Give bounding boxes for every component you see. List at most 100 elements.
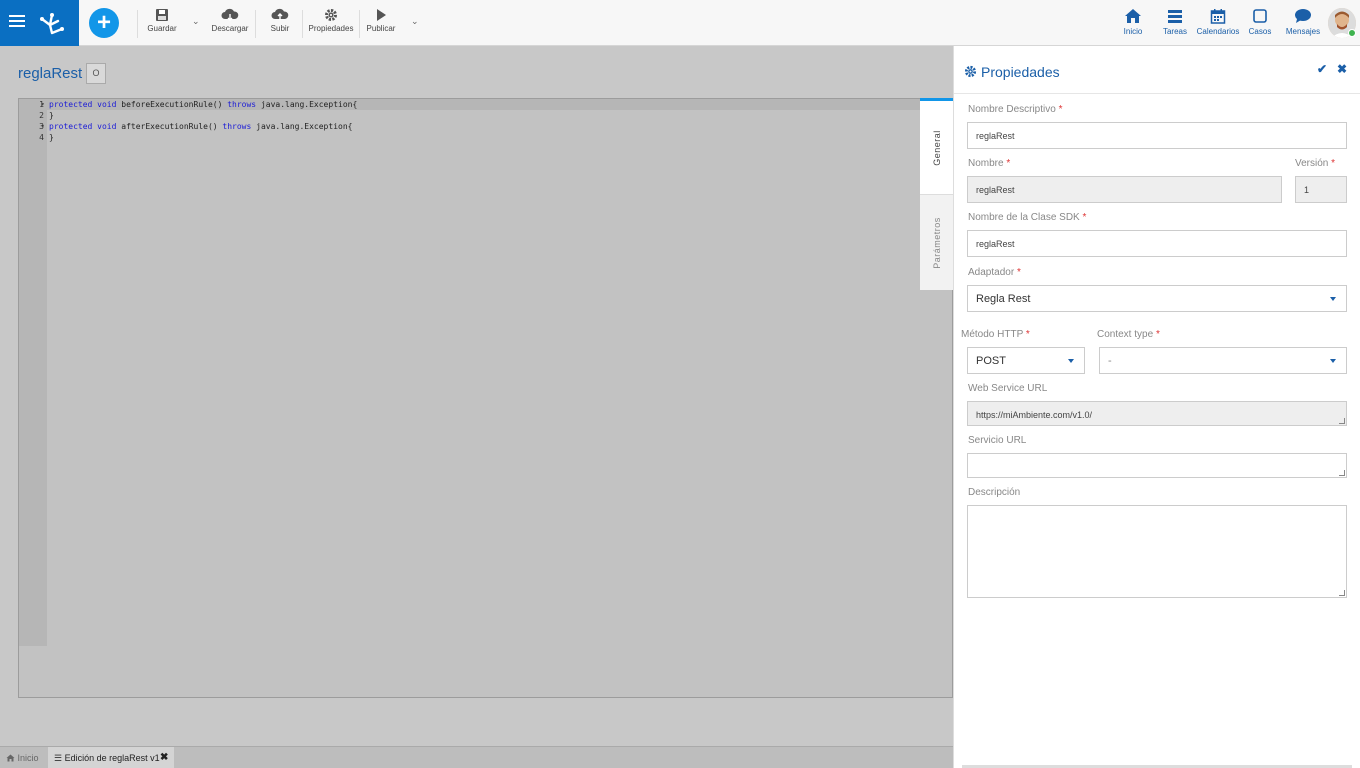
nombre-descriptivo-input[interactable]: reglaRest: [967, 122, 1347, 149]
descripcion-textarea[interactable]: [967, 505, 1347, 598]
brand-area: [0, 0, 79, 46]
resize-handle[interactable]: [1339, 418, 1345, 424]
line-number: 4: [39, 133, 44, 142]
calendar-icon: [1210, 9, 1226, 24]
code-token: afterExecutionRule(): [116, 122, 223, 131]
code-text: protected void beforeExecutionRule() thr…: [49, 99, 357, 110]
code-line[interactable]: 2}: [19, 110, 921, 121]
toolbar-divider: [137, 10, 138, 38]
tab-general-label: General: [931, 129, 942, 166]
clase-sdk-input[interactable]: reglaRest: [967, 230, 1347, 257]
resize-handle[interactable]: [1339, 470, 1345, 476]
confirm-check-icon[interactable]: ✔: [1317, 62, 1327, 76]
code-token: }: [49, 111, 54, 120]
adaptador-select[interactable]: Regla Rest: [967, 285, 1347, 312]
nombre-input: reglaRest: [967, 176, 1282, 203]
tab-parametros[interactable]: Parámetros: [920, 194, 953, 290]
nav-cases[interactable]: Casos: [1247, 8, 1273, 40]
code-token: beforeExecutionRule(): [116, 100, 228, 109]
code-line[interactable]: 4}: [19, 132, 921, 143]
line-number: 2: [39, 111, 44, 120]
ws-url-textarea: https://miAmbiente.com/v1.0/: [967, 401, 1347, 426]
hamburger-menu-icon[interactable]: [9, 12, 25, 32]
download-label: Descargar: [211, 24, 249, 33]
code-text: }: [49, 110, 54, 121]
metodo-http-select[interactable]: POST: [967, 347, 1085, 374]
version-label: Versión *: [1295, 158, 1336, 169]
toolbar-divider: [255, 10, 256, 38]
servicio-url-textarea[interactable]: [967, 453, 1347, 478]
cases-icon: [1253, 9, 1267, 23]
home-icon: [6, 754, 15, 762]
publish-options-chevron-down-icon[interactable]: ⌄: [411, 16, 419, 27]
servicio-url-label: Servicio URL: [968, 435, 1027, 446]
descripcion-label: Descripción: [968, 487, 1021, 498]
line-number-gutter: [19, 99, 47, 646]
object-type-badge[interactable]: O: [86, 63, 106, 84]
caret-down-icon: [1330, 359, 1336, 363]
code-token: java.lang.Exception{: [256, 100, 358, 109]
bottom-home-link[interactable]: Inicio: [6, 753, 39, 763]
nombre-label: Nombre *: [968, 158, 1011, 169]
nav-messages-label: Mensajes: [1285, 27, 1321, 36]
properties-button[interactable]: Propiedades: [307, 8, 355, 40]
code-line[interactable]: 1 ▾ protected void beforeExecutionRule() t…: [19, 99, 921, 110]
nav-tasks-label: Tareas: [1162, 27, 1187, 36]
cloud-upload-icon: [271, 8, 289, 20]
bottom-tab-bar: Inicio ☰ Edición de reglaRest v1 ✖: [0, 746, 953, 768]
nav-home-label: Inicio: [1123, 27, 1143, 36]
gear-icon: [325, 9, 337, 21]
nav-messages[interactable]: Mensajes: [1285, 8, 1321, 40]
ws-url-value: https://miAmbiente.com/v1.0/: [976, 410, 1093, 420]
context-type-label: Context type *: [1097, 329, 1160, 340]
code-token: }: [49, 133, 54, 142]
nav-cases-label: Casos: [1248, 27, 1272, 36]
upload-label: Subir: [270, 24, 290, 33]
clase-sdk-label: Nombre de la Clase SDK *: [968, 212, 1087, 223]
home-icon: [1125, 9, 1141, 23]
close-icon[interactable]: ✖: [1337, 62, 1347, 76]
fold-toggle-icon[interactable]: ▾: [41, 99, 45, 110]
publish-label: Publicar: [366, 24, 396, 33]
chat-bubble-icon: [1295, 9, 1311, 23]
context-type-select[interactable]: -: [1099, 347, 1347, 374]
cloud-download-icon: [221, 8, 239, 21]
resize-handle[interactable]: [1339, 590, 1345, 596]
fold-toggle-icon[interactable]: ▾: [41, 121, 45, 132]
code-text: protected void afterExecutionRule() thro…: [49, 121, 352, 132]
properties-panel: Propiedades ✔ ✖ Nombre Descriptivo * reg…: [953, 46, 1360, 768]
tab-parametros-label: Parámetros: [931, 216, 942, 269]
save-options-chevron-down-icon[interactable]: ⌄: [192, 16, 200, 27]
publish-button[interactable]: Publicar: [364, 8, 398, 40]
ws-url-label: Web Service URL: [968, 383, 1048, 394]
code-editor[interactable]: 1 ▾ protected void beforeExecutionRule() t…: [18, 98, 953, 698]
gear-icon: [964, 65, 977, 78]
save-icon: [156, 9, 168, 21]
properties-label: Propiedades: [308, 24, 354, 33]
save-button[interactable]: Guardar: [146, 8, 178, 40]
save-label: Guardar: [147, 24, 177, 33]
app-logo-icon[interactable]: [38, 9, 66, 37]
open-document-tab-label: Edición de reglaRest v1: [64, 753, 160, 763]
properties-side-tabs: General Parámetros: [920, 98, 953, 290]
code-line[interactable]: 3 ▾ protected void afterExecutionRule() th…: [19, 121, 921, 132]
code-keyword: protected void: [49, 100, 117, 109]
add-button[interactable]: +: [89, 8, 119, 38]
list-icon: ☰: [54, 753, 63, 763]
download-button[interactable]: Descargar: [210, 8, 250, 40]
upload-button[interactable]: Subir: [266, 8, 294, 40]
nav-calendars[interactable]: Calendarios: [1196, 8, 1240, 40]
code-token: java.lang.Exception{: [251, 122, 353, 131]
tab-general[interactable]: General: [920, 98, 953, 194]
toolbar-divider: [302, 10, 303, 38]
code-text: }: [49, 132, 54, 143]
adaptador-label: Adaptador *: [968, 267, 1021, 278]
nav-home[interactable]: Inicio: [1121, 8, 1145, 40]
open-document-tab[interactable]: ☰ Edición de reglaRest v1: [48, 747, 174, 768]
code-keyword: throws: [227, 100, 257, 109]
page-title: reglaRest: [18, 65, 83, 82]
play-icon: [377, 9, 386, 21]
close-tab-icon[interactable]: ✖: [160, 752, 168, 763]
context-type-selected-value: -: [1108, 355, 1112, 367]
nav-tasks[interactable]: Tareas: [1162, 8, 1188, 40]
